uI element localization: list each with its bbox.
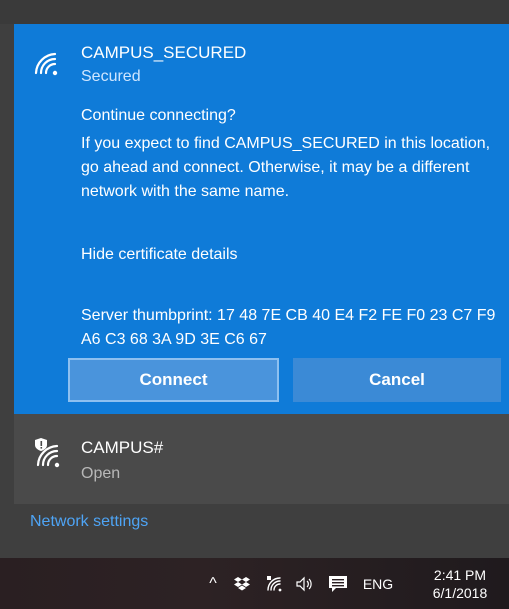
volume-glyph <box>296 576 312 591</box>
hide-certificate-link[interactable]: Hide certificate details <box>81 246 238 264</box>
network-status: Secured <box>81 68 141 85</box>
network-flyout: CAMPUS_SECURED Secured Continue connecti… <box>0 0 509 558</box>
input-language[interactable]: ENG <box>356 558 400 609</box>
chevron-up-icon[interactable]: ^ <box>200 558 226 609</box>
taskbar: ^ ENG 2:41 PM 6/1/2018 <box>0 558 509 609</box>
wifi-open-shield-icon <box>35 438 60 468</box>
flyout-top <box>0 0 509 24</box>
prompt-title: Continue connecting? <box>81 107 236 124</box>
network-name: CAMPUS_SECURED <box>81 43 247 62</box>
network-item-campus[interactable]: CAMPUS# Open <box>14 414 509 504</box>
cancel-button[interactable]: Cancel <box>293 358 501 402</box>
wifi-icon[interactable] <box>262 558 288 609</box>
server-thumbprint: Server thumbprint: 17 48 7E CB 40 E4 F2 … <box>81 307 496 348</box>
dropbox-glyph <box>234 576 250 590</box>
wifi-secured-icon <box>34 52 58 76</box>
network-status: Open <box>81 465 121 482</box>
action-center-glyph <box>329 575 347 592</box>
network-name: CAMPUS# <box>81 438 164 457</box>
dropbox-icon[interactable] <box>229 558 255 609</box>
connect-button[interactable]: Connect <box>68 358 279 402</box>
prompt-body: If you expect to find CAMPUS_SECURED in … <box>81 135 491 200</box>
clock[interactable]: 2:41 PM 6/1/2018 <box>420 558 500 609</box>
volume-icon[interactable] <box>292 558 318 609</box>
action-center-icon[interactable] <box>324 558 352 609</box>
clock-date: 6/1/2018 <box>432 584 488 601</box>
clock-time: 2:41 PM <box>433 566 487 583</box>
network-settings-link[interactable]: Network settings <box>30 513 148 531</box>
wifi-glyph <box>267 575 282 591</box>
active-network-panel: CAMPUS_SECURED Secured Continue connecti… <box>14 24 509 414</box>
